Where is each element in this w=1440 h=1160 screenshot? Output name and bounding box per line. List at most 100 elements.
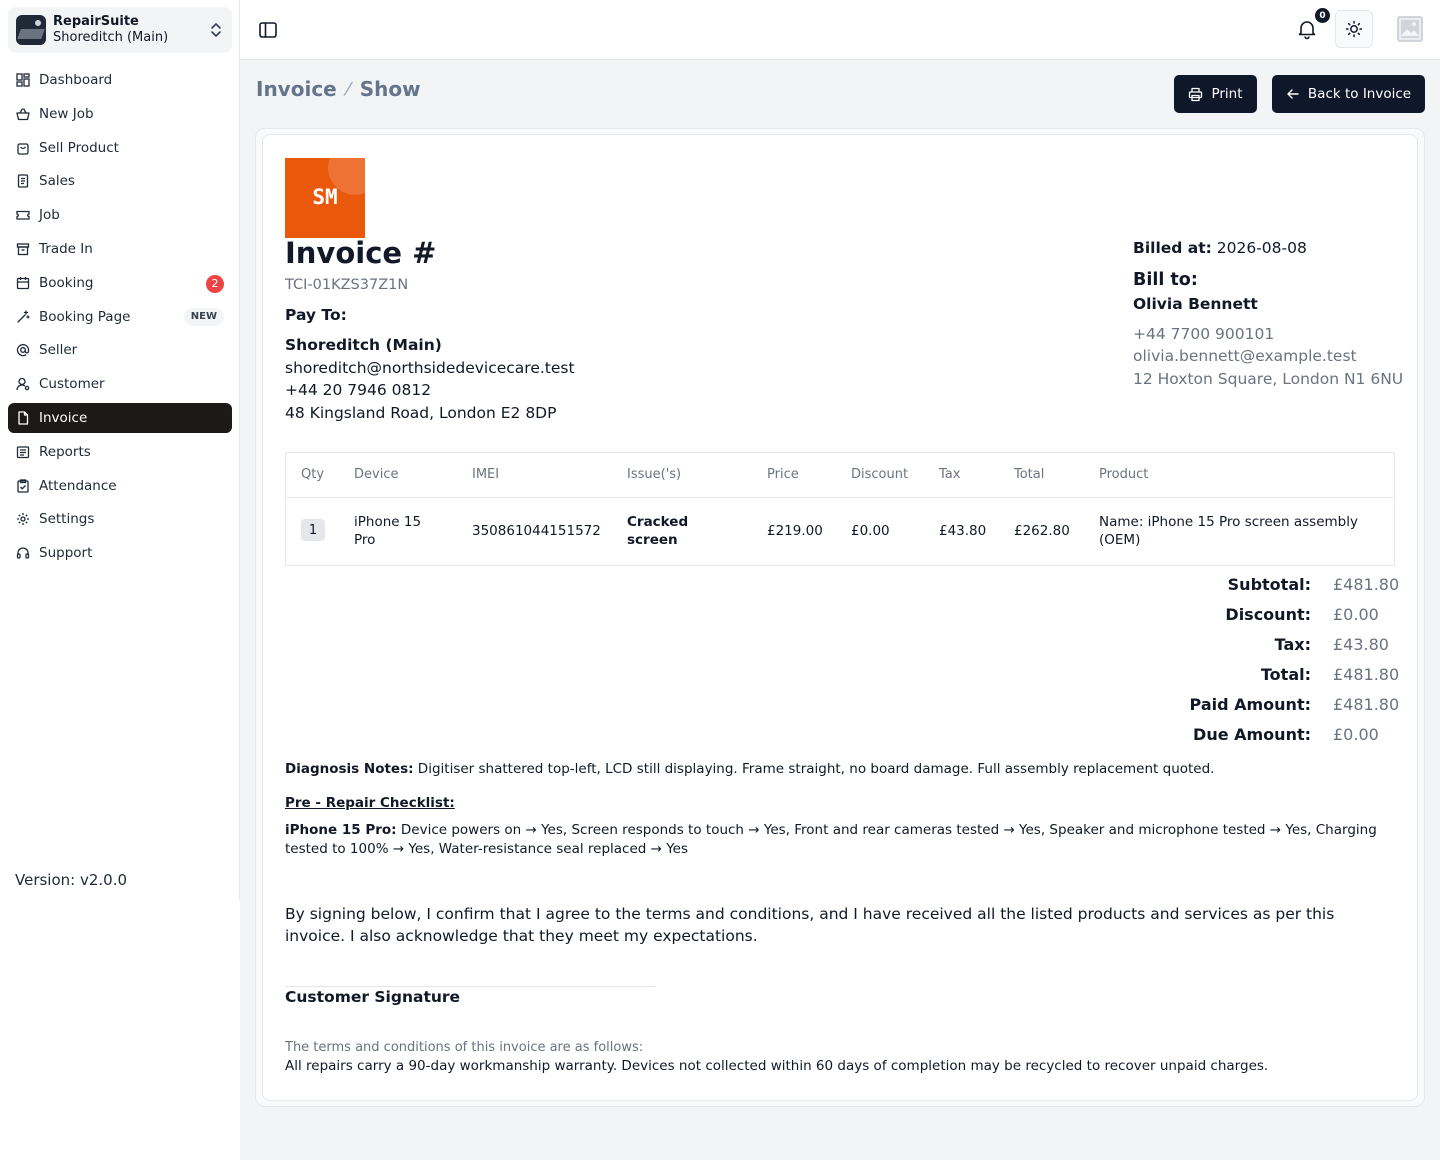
column-header-product: Product bbox=[1099, 467, 1149, 482]
price-value: £219.00 bbox=[767, 523, 823, 539]
invoice-title: Invoice # bbox=[285, 236, 437, 270]
pre-repair-checklist: iPhone 15 Pro: Device powers on → Yes, S… bbox=[285, 821, 1397, 859]
booking-count-badge: 2 bbox=[206, 274, 224, 293]
sidebar-item-trade-in[interactable]: Trade In bbox=[8, 234, 232, 264]
user-icon bbox=[16, 377, 30, 391]
device-line-2: Pro bbox=[354, 532, 376, 548]
terms-body: All repairs carry a 90-day workmanship w… bbox=[285, 1058, 1269, 1074]
clipboard-icon bbox=[16, 478, 30, 493]
app-version: Version: v2.0.0 bbox=[15, 871, 128, 889]
sidebar-item-label: Sell Product bbox=[39, 139, 119, 156]
sidebar-item-support[interactable]: Support bbox=[8, 538, 232, 568]
print-button[interactable]: Print bbox=[1174, 75, 1257, 113]
sidebar-item-label: Invoice bbox=[39, 409, 88, 426]
sidebar-item-invoice[interactable]: Invoice bbox=[8, 402, 232, 433]
sidebar-item-seller[interactable]: Seller bbox=[8, 335, 232, 365]
sidebar-item-label: Booking bbox=[39, 274, 94, 291]
table-header: Qty Device IMEI Issue('s) Price Discount… bbox=[286, 453, 1394, 498]
breadcrumb-separator: ⁄ bbox=[346, 78, 350, 100]
sidebar-item-customer[interactable]: Customer bbox=[8, 369, 232, 399]
billed-at-value: 2026-08-08 bbox=[1216, 239, 1307, 257]
due-amount-value: £0.00 bbox=[1333, 725, 1379, 744]
pay-to-address: 48 Kingsland Road, London E2 8DP bbox=[285, 404, 557, 422]
paid-amount-label: Paid Amount: bbox=[1189, 695, 1311, 714]
column-header-qty: Qty bbox=[301, 467, 325, 482]
sidebar-item-label: New Job bbox=[39, 105, 94, 122]
sidebar-item-label: Support bbox=[39, 545, 93, 562]
total-value: £262.80 bbox=[1014, 523, 1070, 539]
company-logo-text: SM bbox=[312, 185, 338, 209]
chevron-up-down-icon bbox=[211, 23, 221, 37]
tax-value: £43.80 bbox=[939, 523, 987, 539]
product-line-2: (OEM) bbox=[1099, 532, 1141, 548]
bill-to-phone: +44 7700 900101 bbox=[1133, 325, 1275, 343]
basket-icon bbox=[16, 107, 30, 121]
bill-to-email: olivia.bennett@example.test bbox=[1133, 347, 1357, 365]
consent-statement: By signing below, I confirm that I agree… bbox=[285, 905, 1335, 945]
imei-value: 350861044151572 bbox=[472, 523, 601, 539]
breadcrumb: Invoice ⁄ Show bbox=[256, 77, 421, 101]
sidebar-item-booking[interactable]: Booking 2 bbox=[8, 268, 232, 298]
ticket-icon bbox=[16, 208, 30, 222]
organization-name: RepairSuite bbox=[53, 14, 139, 29]
product-value: Name: iPhone 15 Pro screen assembly (OEM… bbox=[1099, 513, 1358, 549]
bell-icon[interactable] bbox=[1296, 18, 1318, 40]
sidebar-item-label: Attendance bbox=[39, 477, 117, 494]
archive-icon bbox=[16, 242, 30, 256]
breadcrumb-section[interactable]: Invoice bbox=[256, 77, 337, 101]
pay-to-email: shoreditch@northsidedevicecare.test bbox=[285, 359, 575, 377]
sidebar-item-label: Booking Page bbox=[39, 308, 131, 325]
diagnosis-notes-text: Digitiser shattered top-left, LCD still … bbox=[413, 761, 1215, 777]
sidebar-toggle-icon[interactable] bbox=[258, 20, 278, 40]
avatar[interactable] bbox=[1397, 16, 1423, 42]
bill-to-label: Bill to: bbox=[1133, 270, 1198, 290]
discount-label: Discount: bbox=[1225, 605, 1311, 624]
due-amount-label: Due Amount: bbox=[1193, 725, 1311, 744]
column-header-discount: Discount bbox=[851, 467, 909, 482]
sidebar-item-label: Settings bbox=[39, 511, 95, 528]
theme-toggle-button[interactable] bbox=[1335, 10, 1373, 48]
sidebar-item-reports[interactable]: Reports bbox=[8, 437, 232, 467]
total-label: Total: bbox=[1260, 665, 1311, 684]
pay-to-phone: +44 20 7946 0812 bbox=[285, 381, 432, 399]
qty-value: 1 bbox=[301, 519, 325, 541]
sidebar-item-dashboard[interactable]: Dashboard bbox=[8, 65, 232, 95]
column-header-tax: Tax bbox=[939, 467, 961, 482]
paid-amount-value: £481.80 bbox=[1333, 695, 1400, 714]
sidebar-item-booking-page[interactable]: Booking Page NEW bbox=[8, 302, 232, 332]
back-button-label: Back to Invoice bbox=[1307, 86, 1412, 102]
list-icon bbox=[16, 445, 30, 459]
sidebar-item-sales[interactable]: Sales bbox=[8, 166, 232, 196]
issue-line-2: screen bbox=[627, 532, 678, 548]
organization-logo bbox=[16, 15, 46, 45]
back-to-invoice-button[interactable]: Back to Invoice bbox=[1272, 75, 1425, 113]
column-header-issues: Issue('s) bbox=[627, 467, 682, 482]
image-placeholder-icon bbox=[1397, 16, 1423, 42]
sidebar-nav: Dashboard New Job Sell Product Sales Job… bbox=[8, 65, 232, 572]
checklist-device: iPhone 15 Pro: bbox=[285, 822, 397, 838]
organization-branch: Shoreditch (Main) bbox=[53, 30, 169, 45]
billed-at: Billed at: 2026-08-08 bbox=[1133, 239, 1307, 257]
bill-to-address: 12 Hoxton Square, London N1 6NU bbox=[1133, 370, 1404, 388]
sidebar-item-job[interactable]: Job bbox=[8, 200, 232, 230]
sidebar-item-label: Job bbox=[39, 207, 60, 224]
sidebar-item-sell-product[interactable]: Sell Product bbox=[8, 133, 232, 163]
shopping-bag-icon bbox=[16, 141, 30, 155]
company-logo: SM bbox=[285, 158, 365, 238]
device-line-1: iPhone 15 bbox=[354, 514, 422, 530]
organization-switcher[interactable]: RepairSuite Shoreditch (Main) bbox=[8, 7, 232, 53]
sidebar-item-new-job[interactable]: New Job bbox=[8, 99, 232, 129]
calendar-icon bbox=[16, 276, 30, 290]
column-header-imei: IMEI bbox=[472, 467, 500, 482]
terms-intro: The terms and conditions of this invoice… bbox=[285, 1040, 644, 1055]
sidebar-item-label: Reports bbox=[39, 443, 91, 460]
signature-label: Customer Signature bbox=[285, 988, 461, 1006]
sidebar-item-label: Sales bbox=[39, 173, 75, 190]
notification-count: 0 bbox=[1315, 8, 1330, 23]
sidebar-item-label: Seller bbox=[39, 342, 78, 359]
sidebar-item-settings[interactable]: Settings bbox=[8, 504, 232, 534]
sidebar-item-attendance[interactable]: Attendance bbox=[8, 471, 232, 501]
line-items-table: Qty Device IMEI Issue('s) Price Discount… bbox=[285, 452, 1395, 566]
checklist-items: Device powers on → Yes, Screen responds … bbox=[285, 822, 1377, 857]
tax-label: Tax: bbox=[1274, 635, 1311, 654]
